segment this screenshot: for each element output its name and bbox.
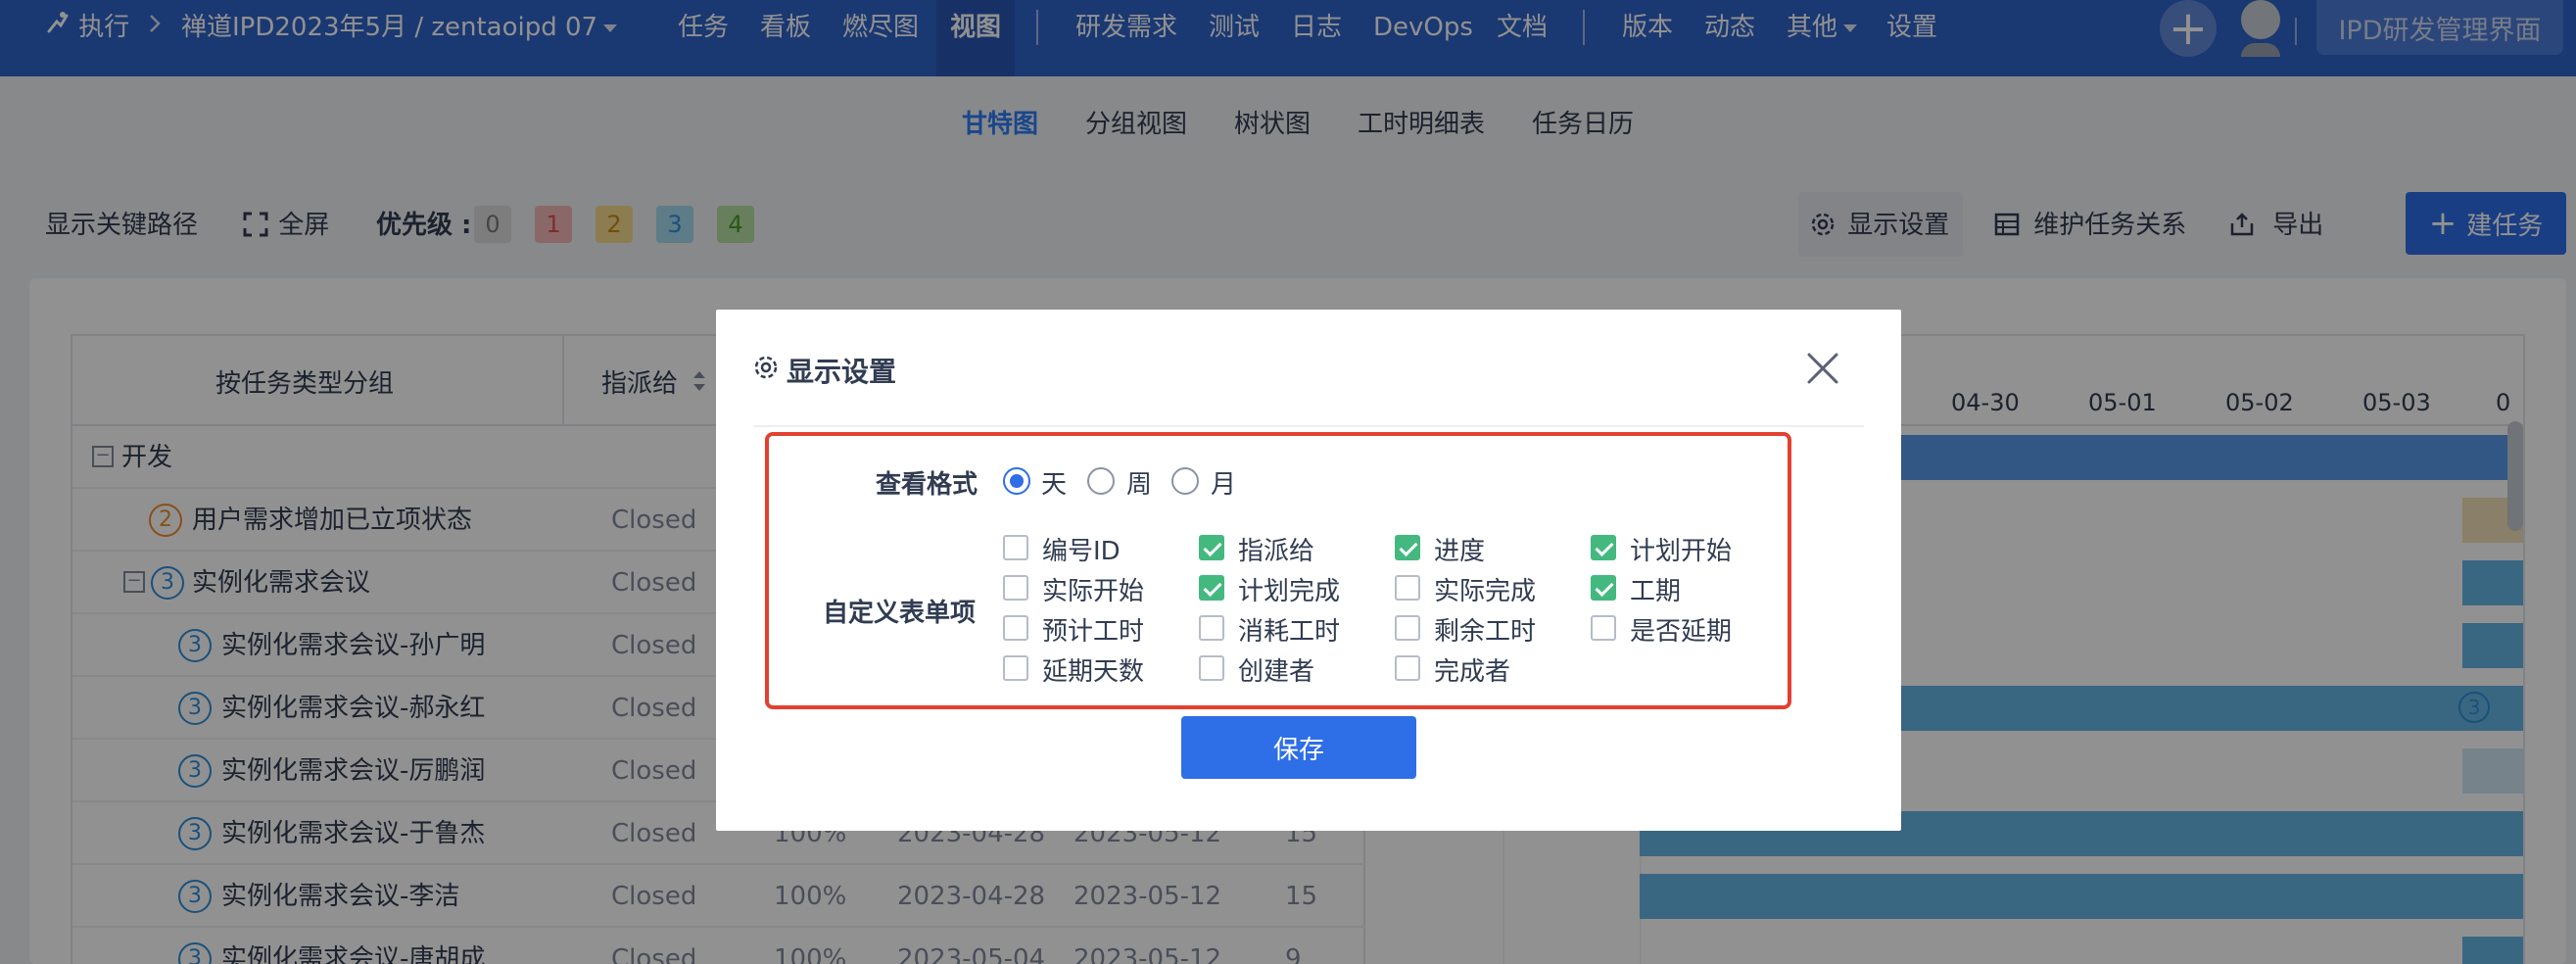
field-label: 是否延期 xyxy=(1630,617,1733,647)
field-checkbox-progress[interactable] xyxy=(1395,535,1420,560)
field-label: 剩余工时 xyxy=(1434,617,1537,647)
radio-month[interactable] xyxy=(1171,467,1199,495)
field-checkbox-consumed[interactable] xyxy=(1199,615,1224,641)
gear-icon xyxy=(753,355,787,387)
field-label: 进度 xyxy=(1434,537,1486,566)
view-format-label: 查看格式 xyxy=(876,470,978,500)
field-checkbox-finisher[interactable] xyxy=(1395,655,1420,681)
radio-day[interactable] xyxy=(1003,467,1030,495)
radio-month-label: 月 xyxy=(1211,470,1237,500)
field-label: 计划完成 xyxy=(1238,577,1341,606)
field-checkbox-creator[interactable] xyxy=(1199,655,1224,681)
field-checkbox-assigned[interactable] xyxy=(1199,535,1224,560)
field-label: 预计工时 xyxy=(1042,617,1145,647)
field-label: 编号ID xyxy=(1042,537,1121,566)
modal-title-text: 显示设置 xyxy=(787,356,897,388)
field-label: 完成者 xyxy=(1434,657,1511,687)
field-label: 消耗工时 xyxy=(1238,617,1341,647)
field-checkbox-actual-start[interactable] xyxy=(1003,575,1028,601)
field-checkbox-delayed[interactable] xyxy=(1591,615,1616,641)
field-checkbox-estimate[interactable] xyxy=(1003,615,1028,641)
save-button[interactable]: 保存 xyxy=(1181,716,1416,779)
radio-week-label: 周 xyxy=(1126,470,1153,500)
custom-fields-label: 自定义表单项 xyxy=(823,599,977,628)
field-label: 实际开始 xyxy=(1042,577,1145,606)
modal-divider xyxy=(753,425,1864,427)
field-checkbox-delay-days[interactable] xyxy=(1003,655,1028,681)
field-label: 延期天数 xyxy=(1042,657,1145,687)
field-label: 实际完成 xyxy=(1434,577,1537,606)
close-icon[interactable] xyxy=(1803,349,1842,388)
field-checkbox-plan-start[interactable] xyxy=(1591,535,1616,560)
radio-week[interactable] xyxy=(1087,467,1115,495)
field-checkbox-left[interactable] xyxy=(1395,615,1420,641)
radio-day-label: 天 xyxy=(1041,470,1068,500)
field-label: 指派给 xyxy=(1238,537,1315,566)
field-checkbox-plan-end[interactable] xyxy=(1199,575,1224,601)
modal-title: 显示设置 xyxy=(753,351,896,390)
field-label: 工期 xyxy=(1630,577,1682,606)
field-checkbox-actual-end[interactable] xyxy=(1395,575,1420,601)
field-label: 创建者 xyxy=(1238,657,1315,687)
field-checkbox-duration[interactable] xyxy=(1591,575,1616,601)
field-checkbox-id[interactable] xyxy=(1003,535,1028,560)
field-label: 计划开始 xyxy=(1630,537,1733,566)
